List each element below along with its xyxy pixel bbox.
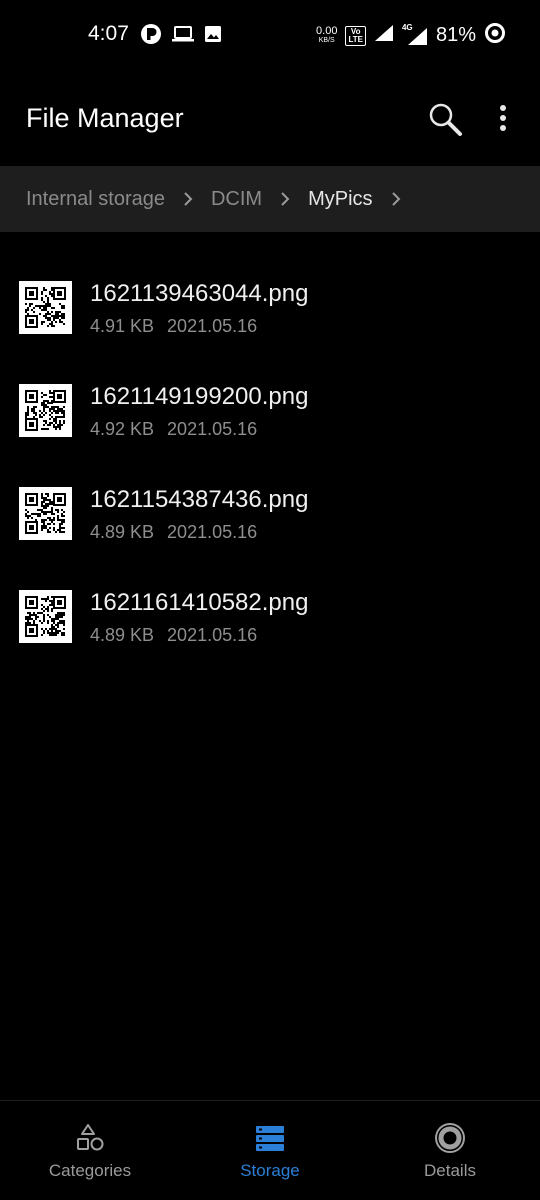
qr-code-icon bbox=[25, 493, 66, 534]
file-list: 1621139463044.png 4.91 KB 2021.05.16 1621… bbox=[0, 258, 540, 670]
app-bar: File Manager bbox=[0, 72, 540, 166]
nav-categories-label: Categories bbox=[48, 1161, 132, 1180]
nav-details[interactable]: Details bbox=[360, 1101, 540, 1200]
file-meta: 4.92 KB 2021.05.16 bbox=[90, 419, 257, 440]
bottom-navigation: Categories Storage Details bbox=[0, 1100, 540, 1200]
file-size: 4.92 KB bbox=[90, 419, 155, 439]
qr-code-icon bbox=[25, 287, 66, 328]
file-date: 2021.05.16 bbox=[167, 419, 258, 439]
status-time: 4:07 bbox=[88, 22, 129, 45]
network-speed: 0.00 KB/S bbox=[316, 26, 337, 45]
file-name: 1621149199200.png bbox=[90, 383, 309, 410]
wifi-signal-icon bbox=[374, 24, 394, 47]
more-options-button[interactable] bbox=[488, 100, 518, 140]
breadcrumb-mypics[interactable]: MyPics bbox=[308, 188, 372, 211]
file-size: 4.89 KB bbox=[90, 522, 155, 542]
categories-icon bbox=[73, 1121, 107, 1155]
details-icon bbox=[433, 1121, 467, 1155]
storage-icon bbox=[253, 1121, 287, 1155]
breadcrumb-internal-storage[interactable]: Internal storage bbox=[26, 188, 165, 211]
qr-code-thumbnail bbox=[19, 487, 72, 540]
file-manager-screen: 4:07 0.00 KB/S Vo LTE 4G 81% File Manage… bbox=[0, 0, 540, 1200]
image-icon bbox=[204, 25, 222, 48]
breadcrumb: Internal storage DCIM MyPics bbox=[0, 166, 540, 232]
file-list-item[interactable]: 1621161410582.png 4.89 KB 2021.05.16 bbox=[0, 567, 540, 670]
qr-code-icon bbox=[25, 390, 66, 431]
chevron-right-icon bbox=[262, 191, 308, 207]
qr-code-thumbnail bbox=[19, 281, 72, 334]
nav-storage[interactable]: Storage bbox=[180, 1101, 360, 1200]
nav-details-label: Details bbox=[424, 1161, 476, 1180]
status-notification-icons bbox=[140, 23, 222, 50]
search-icon bbox=[426, 103, 466, 144]
cell-signal-icon: 4G bbox=[402, 23, 428, 46]
file-list-item[interactable]: 1621154387436.png 4.89 KB 2021.05.16 bbox=[0, 464, 540, 567]
network-speed-unit: KB/S bbox=[318, 37, 335, 44]
qr-code-icon bbox=[25, 596, 66, 637]
file-meta: 4.89 KB 2021.05.16 bbox=[90, 522, 257, 543]
file-name: 1621139463044.png bbox=[90, 280, 309, 307]
app-notification-icon bbox=[140, 23, 162, 50]
chevron-right-icon bbox=[373, 191, 419, 207]
file-meta: 4.91 KB 2021.05.16 bbox=[90, 316, 257, 337]
nav-categories[interactable]: Categories bbox=[0, 1101, 180, 1200]
file-name: 1621161410582.png bbox=[90, 589, 309, 616]
file-date: 2021.05.16 bbox=[167, 522, 258, 542]
battery-percent: 81% bbox=[435, 24, 476, 46]
file-date: 2021.05.16 bbox=[167, 316, 258, 336]
file-list-item[interactable]: 1621149199200.png 4.92 KB 2021.05.16 bbox=[0, 361, 540, 464]
file-date: 2021.05.16 bbox=[167, 625, 258, 645]
nav-storage-label: Storage bbox=[240, 1161, 300, 1180]
status-bar: 4:07 0.00 KB/S Vo LTE 4G 81% bbox=[0, 0, 540, 70]
battery-ring-icon bbox=[484, 22, 506, 49]
volte-badge: Vo LTE bbox=[345, 25, 366, 46]
volte-bottom-label: LTE bbox=[348, 34, 363, 44]
file-size: 4.89 KB bbox=[90, 625, 155, 645]
network-speed-value: 0.00 bbox=[316, 25, 338, 37]
status-system-icons: 0.00 KB/S Vo LTE 4G 81% bbox=[316, 22, 506, 49]
qr-code-thumbnail bbox=[19, 590, 72, 643]
breadcrumb-dcim[interactable]: DCIM bbox=[211, 188, 262, 211]
file-list-item[interactable]: 1621139463044.png 4.91 KB 2021.05.16 bbox=[0, 258, 540, 361]
file-name: 1621154387436.png bbox=[90, 486, 309, 513]
more-vertical-icon bbox=[488, 105, 518, 144]
chevron-right-icon bbox=[165, 191, 211, 207]
laptop-icon bbox=[172, 25, 194, 48]
search-button[interactable] bbox=[426, 100, 466, 140]
file-size: 4.91 KB bbox=[90, 316, 155, 336]
page-title: File Manager bbox=[26, 103, 184, 133]
qr-code-thumbnail bbox=[19, 384, 72, 437]
file-meta: 4.89 KB 2021.05.16 bbox=[90, 625, 257, 646]
